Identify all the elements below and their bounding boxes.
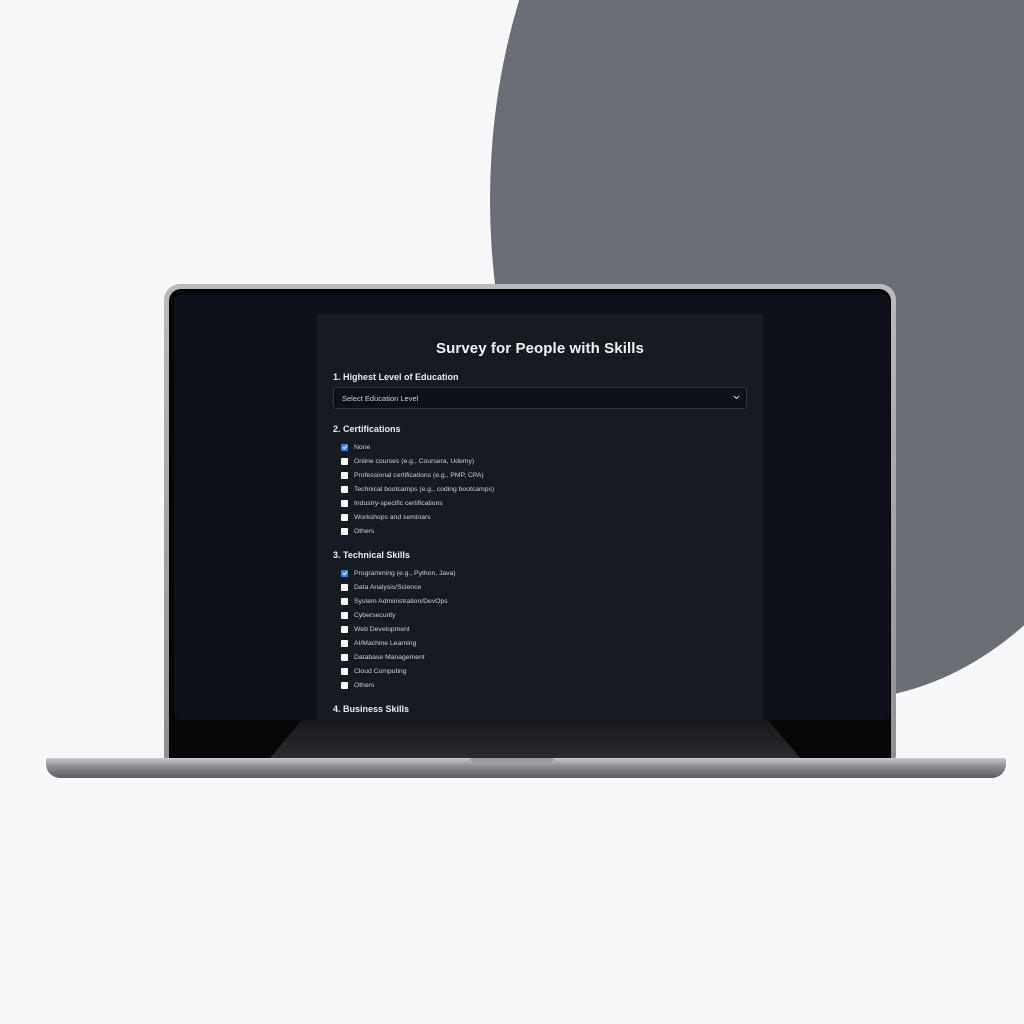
technical-skill-checkbox[interactable]	[341, 611, 348, 619]
certification-label: Others	[354, 527, 375, 535]
certification-option[interactable]: Technical bootcamps (e.g., coding bootca…	[341, 482, 747, 496]
certifications-heading: 2. Certifications	[333, 424, 401, 434]
certification-checkbox[interactable]	[341, 471, 348, 479]
certification-option[interactable]: None	[341, 440, 747, 454]
technical-skill-checkbox[interactable]	[341, 569, 348, 577]
certification-checkbox[interactable]	[341, 457, 348, 465]
certification-checkbox[interactable]	[341, 443, 348, 451]
laptop-notch	[470, 758, 554, 763]
technical-skill-option[interactable]: Cloud Computing	[341, 664, 747, 678]
technical-skill-option[interactable]: System Administration/DevOps	[341, 594, 747, 608]
technical-skill-option[interactable]: Database Management	[341, 650, 747, 664]
technical-skill-option[interactable]: AI/Machine Learning	[341, 636, 747, 650]
certification-label: None	[354, 443, 371, 451]
certification-label: Professional certifications (e.g., PMP, …	[354, 471, 484, 479]
keyboard-reflection	[270, 720, 800, 758]
technical-skill-checkbox[interactable]	[341, 583, 348, 591]
technical-skill-label: Cloud Computing	[354, 667, 407, 675]
business-skills-heading: 4. Business Skills	[333, 704, 410, 714]
technical-skill-option[interactable]: Others	[341, 678, 747, 692]
certifications-list: None Online courses (e.g., Coursera, Udem…	[333, 440, 747, 538]
technical-skill-label: AI/Machine Learning	[354, 639, 417, 647]
checkmark-icon	[342, 571, 347, 576]
technical-skill-option[interactable]: Programming (e.g., Python, Java)	[341, 566, 747, 580]
survey-form: Survey for People with Skills 1. Highest…	[317, 314, 763, 720]
certification-label: Online courses (e.g., Coursera, Udemy)	[354, 457, 475, 465]
certification-label: Workshops and seminars	[354, 513, 431, 521]
certification-label: Technical bootcamps (e.g., coding bootca…	[354, 485, 495, 493]
technical-skill-label: Web Development	[354, 625, 410, 633]
education-select-value: Select Education Level	[342, 393, 419, 403]
certification-checkbox[interactable]	[341, 527, 348, 535]
checkmark-icon	[342, 445, 347, 450]
certification-label: Industry-specific certifications	[354, 499, 443, 507]
certification-option[interactable]: Workshops and seminars	[341, 510, 747, 524]
technical-skills-heading: 3. Technical Skills	[333, 550, 410, 560]
certification-option[interactable]: Others	[341, 524, 747, 538]
technical-skill-label: Data Analysis/Science	[354, 583, 422, 591]
technical-skill-checkbox[interactable]	[341, 639, 348, 647]
certification-checkbox[interactable]	[341, 513, 348, 521]
technical-skill-checkbox[interactable]	[341, 653, 348, 661]
certification-option[interactable]: Professional certifications (e.g., PMP, …	[341, 468, 747, 482]
technical-skill-option[interactable]: Cybersecurity	[341, 608, 747, 622]
laptop-screen: Survey for People with Skills 1. Highest…	[174, 294, 890, 720]
technical-skill-label: System Administration/DevOps	[354, 597, 448, 605]
technical-skill-label: Cybersecurity	[354, 611, 396, 619]
technical-skill-option[interactable]: Web Development	[341, 622, 747, 636]
technical-skill-label: Programming (e.g., Python, Java)	[354, 569, 456, 577]
certification-option[interactable]: Online courses (e.g., Coursera, Udemy)	[341, 454, 747, 468]
technical-skill-option[interactable]: Data Analysis/Science	[341, 580, 747, 594]
page-title: Survey for People with Skills	[436, 340, 644, 357]
mockup-scene: Survey for People with Skills 1. Highest…	[0, 0, 1024, 1024]
chevron-down-icon	[733, 395, 740, 402]
technical-skills-list: Programming (e.g., Python, Java) Data Ana…	[333, 566, 747, 692]
technical-skill-label: Others	[354, 681, 375, 689]
technical-skill-checkbox[interactable]	[341, 667, 348, 675]
technical-skill-label: Database Management	[354, 653, 425, 661]
technical-skill-checkbox[interactable]	[341, 681, 348, 689]
education-heading: 1. Highest Level of Education	[333, 372, 459, 382]
technical-skill-checkbox[interactable]	[341, 597, 348, 605]
certification-checkbox[interactable]	[341, 485, 348, 493]
certification-option[interactable]: Industry-specific certifications	[341, 496, 747, 510]
certification-checkbox[interactable]	[341, 499, 348, 507]
education-select[interactable]: Select Education Level	[333, 387, 747, 409]
technical-skill-checkbox[interactable]	[341, 625, 348, 633]
